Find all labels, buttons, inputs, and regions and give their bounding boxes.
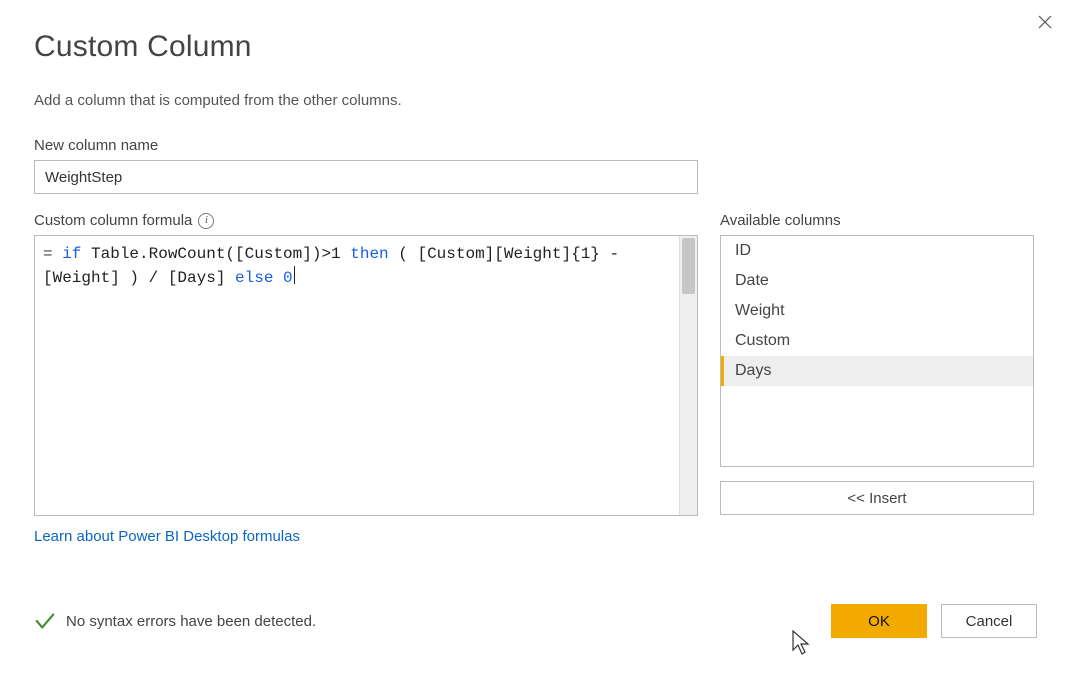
tok-if: if — [62, 245, 81, 263]
dialog-subtitle: Add a column that is computed from the o… — [34, 92, 1037, 109]
column-name-label-text: New column name — [34, 137, 158, 154]
available-column-item[interactable]: Days — [721, 356, 1033, 386]
formula-editor[interactable]: = if Table.RowCount([Custom])>1 then ( [… — [34, 235, 698, 516]
ok-button[interactable]: OK — [831, 604, 927, 638]
tok-else: else — [235, 269, 273, 287]
dialog-title: Custom Column — [34, 30, 1037, 64]
tok-eq: = — [43, 245, 62, 263]
text-caret — [294, 266, 295, 284]
formula-scrollbar[interactable] — [679, 236, 697, 515]
insert-button[interactable]: << Insert — [720, 481, 1034, 515]
tok-then: then — [350, 245, 388, 263]
formula-text: = if Table.RowCount([Custom])>1 then ( [… — [35, 236, 679, 515]
available-columns-label: Available columns — [720, 212, 1034, 229]
available-column-item[interactable]: Weight — [721, 296, 1033, 326]
info-icon[interactable]: i — [198, 213, 214, 229]
tok-sp — [273, 269, 283, 287]
available-column-item[interactable]: Custom — [721, 326, 1033, 356]
column-name-label: New column name — [34, 137, 1037, 154]
learn-formulas-link[interactable]: Learn about Power BI Desktop formulas — [34, 528, 300, 545]
column-name-input[interactable] — [34, 160, 698, 194]
formula-label-text: Custom column formula — [34, 212, 192, 229]
tok-p1: Table.RowCount([Custom])>1 — [81, 245, 350, 263]
cancel-button[interactable]: Cancel — [941, 604, 1037, 638]
available-columns-label-text: Available columns — [720, 212, 841, 229]
close-button[interactable] — [1033, 10, 1057, 34]
tok-zero: 0 — [283, 269, 293, 287]
available-columns-list[interactable]: IDDateWeightCustomDays — [720, 235, 1034, 467]
status-bar: No syntax errors have been detected. — [34, 610, 316, 632]
available-column-item[interactable]: ID — [721, 236, 1033, 266]
available-column-item[interactable]: Date — [721, 266, 1033, 296]
checkmark-icon — [34, 610, 56, 632]
formula-label-row: Custom column formula i — [34, 212, 698, 229]
scrollbar-thumb[interactable] — [682, 238, 695, 294]
close-icon — [1036, 13, 1054, 31]
status-text: No syntax errors have been detected. — [66, 613, 316, 630]
